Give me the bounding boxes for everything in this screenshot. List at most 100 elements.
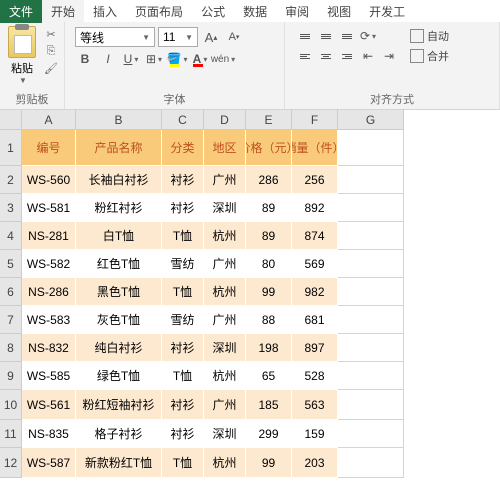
col-header-B[interactable]: B: [76, 110, 162, 130]
decrease-font-button[interactable]: A▾: [224, 27, 244, 47]
cell[interactable]: 892: [292, 194, 338, 222]
cell[interactable]: 黑色T恤: [76, 278, 162, 306]
cell[interactable]: 灰色T恤: [76, 306, 162, 334]
font-color-button[interactable]: A▾: [190, 49, 210, 69]
cell[interactable]: NS-286: [22, 278, 76, 306]
cell[interactable]: NS-281: [22, 222, 76, 250]
cell[interactable]: 粉红衬衫: [76, 194, 162, 222]
cell[interactable]: 红色T恤: [76, 250, 162, 278]
cell[interactable]: 681: [292, 306, 338, 334]
align-top-button[interactable]: [295, 27, 315, 45]
cell[interactable]: WS-582: [22, 250, 76, 278]
cell[interactable]: WS-561: [22, 390, 76, 420]
bold-button[interactable]: B: [75, 49, 95, 69]
orientation-button[interactable]: ⟳▾: [358, 27, 378, 45]
cell[interactable]: 白T恤: [76, 222, 162, 250]
indent-decrease-button[interactable]: ⇤: [358, 47, 378, 65]
row-header-4[interactable]: 4: [0, 222, 22, 250]
cell[interactable]: 纯白衬衫: [76, 334, 162, 362]
cell[interactable]: [338, 334, 404, 362]
paste-button[interactable]: 粘贴 ▼: [4, 24, 40, 87]
cell[interactable]: 绿色T恤: [76, 362, 162, 390]
tab-home[interactable]: 开始: [42, 0, 84, 23]
cell[interactable]: T恤: [162, 278, 204, 306]
cell[interactable]: 杭州: [204, 222, 246, 250]
cell[interactable]: 185: [246, 390, 292, 420]
cell[interactable]: [338, 420, 404, 448]
cell[interactable]: 198: [246, 334, 292, 362]
align-left-button[interactable]: [295, 47, 315, 65]
font-size-select[interactable]: 11▼: [158, 27, 198, 47]
row-header-1[interactable]: 1: [0, 130, 22, 166]
cell[interactable]: [338, 278, 404, 306]
cell[interactable]: 286: [246, 166, 292, 194]
phonetic-button[interactable]: wén▾: [213, 49, 233, 69]
cell[interactable]: 广州: [204, 250, 246, 278]
cell-grid[interactable]: 编号产品名称分类地区价格（元）销量（件）WS-560长袖白衬衫衬衫广州28625…: [22, 130, 500, 478]
indent-increase-button[interactable]: ⇥: [379, 47, 399, 65]
format-painter-button[interactable]: 🖌: [42, 60, 60, 76]
cell[interactable]: [338, 166, 404, 194]
select-all-corner[interactable]: [0, 110, 22, 130]
cell[interactable]: [338, 390, 404, 420]
cell[interactable]: 地区: [204, 130, 246, 166]
row-header-6[interactable]: 6: [0, 278, 22, 306]
cell[interactable]: 雪纺: [162, 250, 204, 278]
cell[interactable]: 159: [292, 420, 338, 448]
cell[interactable]: 衬衫: [162, 194, 204, 222]
row-header-10[interactable]: 10: [0, 390, 22, 420]
cell[interactable]: 销量（件）: [292, 130, 338, 166]
cell[interactable]: 深圳: [204, 420, 246, 448]
cell[interactable]: 203: [292, 448, 338, 478]
align-bottom-button[interactable]: [337, 27, 357, 45]
tab-data[interactable]: 数据: [234, 0, 276, 23]
cell[interactable]: [338, 130, 404, 166]
cell[interactable]: 89: [246, 194, 292, 222]
row-header-11[interactable]: 11: [0, 420, 22, 448]
cell[interactable]: T恤: [162, 222, 204, 250]
font-name-select[interactable]: 等线▼: [75, 27, 155, 47]
cell[interactable]: 衬衫: [162, 166, 204, 194]
tab-review[interactable]: 审阅: [276, 0, 318, 23]
cell[interactable]: 89: [246, 222, 292, 250]
cell[interactable]: 编号: [22, 130, 76, 166]
border-button[interactable]: ⊞▾: [144, 49, 164, 69]
cell[interactable]: 格子衬衫: [76, 420, 162, 448]
col-header-F[interactable]: F: [292, 110, 338, 130]
cell[interactable]: WS-581: [22, 194, 76, 222]
cell[interactable]: NS-832: [22, 334, 76, 362]
cell[interactable]: 衬衫: [162, 334, 204, 362]
tab-insert[interactable]: 插入: [84, 0, 126, 23]
fill-color-button[interactable]: 🪣▾: [167, 49, 187, 69]
cut-button[interactable]: ✂: [42, 26, 60, 42]
cell[interactable]: 深圳: [204, 194, 246, 222]
underline-button[interactable]: U▾: [121, 49, 141, 69]
cell[interactable]: [338, 362, 404, 390]
increase-font-button[interactable]: A▴: [201, 27, 221, 47]
cell[interactable]: NS-835: [22, 420, 76, 448]
cell[interactable]: 粉红短袖衬衫: [76, 390, 162, 420]
col-header-A[interactable]: A: [22, 110, 76, 130]
cell[interactable]: 衬衫: [162, 390, 204, 420]
row-header-5[interactable]: 5: [0, 250, 22, 278]
cell[interactable]: 广州: [204, 390, 246, 420]
col-header-G[interactable]: G: [338, 110, 404, 130]
cell[interactable]: 99: [246, 278, 292, 306]
cell[interactable]: 569: [292, 250, 338, 278]
cell[interactable]: 897: [292, 334, 338, 362]
cell[interactable]: 杭州: [204, 448, 246, 478]
cell[interactable]: 528: [292, 362, 338, 390]
row-header-12[interactable]: 12: [0, 448, 22, 478]
cell[interactable]: 99: [246, 448, 292, 478]
cell[interactable]: 982: [292, 278, 338, 306]
cell[interactable]: 衬衫: [162, 420, 204, 448]
row-header-2[interactable]: 2: [0, 166, 22, 194]
cell[interactable]: 长袖白衬衫: [76, 166, 162, 194]
tab-file[interactable]: 文件: [0, 0, 42, 23]
cell[interactable]: 80: [246, 250, 292, 278]
cell[interactable]: 价格（元）: [246, 130, 292, 166]
cell[interactable]: 雪纺: [162, 306, 204, 334]
cell[interactable]: T恤: [162, 362, 204, 390]
cell[interactable]: 分类: [162, 130, 204, 166]
cell[interactable]: WS-560: [22, 166, 76, 194]
